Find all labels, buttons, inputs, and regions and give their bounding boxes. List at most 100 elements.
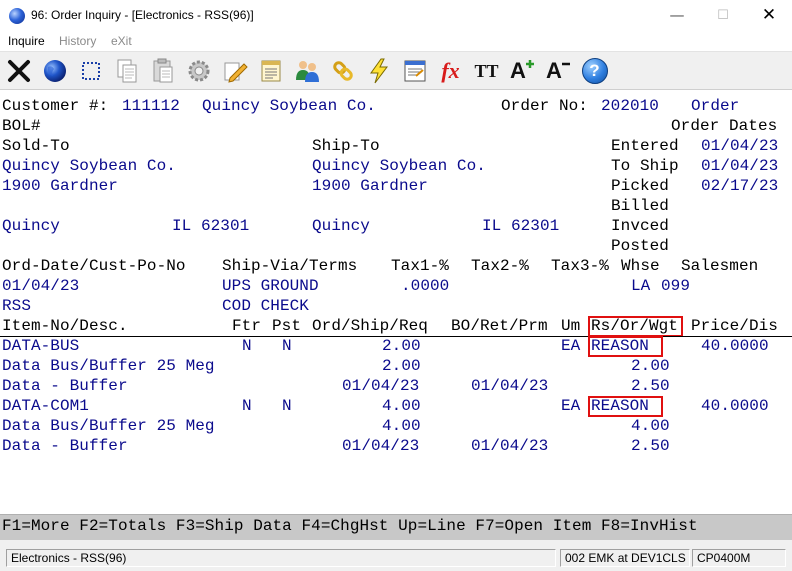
increase-font-label: A <box>510 58 526 83</box>
menu-bar: Inquire History eXit <box>0 31 792 51</box>
item-or-qty: 4.00 <box>631 417 670 435</box>
close-icon[interactable] <box>3 55 34 87</box>
sold-to-state-zip: IL 62301 <box>172 217 250 235</box>
item-description: Data Bus/Buffer 25 Meg <box>2 417 215 435</box>
report-icon[interactable] <box>399 55 430 87</box>
bo-ret-prm-header: BO/Ret/Prm <box>451 317 548 335</box>
whse-header: Whse <box>621 257 660 275</box>
maximize-button[interactable]: ☐ <box>700 0 746 31</box>
item-pst: N <box>282 397 292 415</box>
menu-exit[interactable]: eXit <box>111 34 132 48</box>
item-weight: 2.50 <box>631 377 670 395</box>
decrease-font-label: A <box>546 58 562 83</box>
paste-icon[interactable] <box>147 55 178 87</box>
ship-to-address: 1900 Gardner <box>312 177 428 195</box>
sold-to-name: Quincy Soybean Co. <box>2 157 176 175</box>
help-icon[interactable]: ? <box>579 55 610 87</box>
minimize-button[interactable]: — <box>654 0 700 31</box>
sold-to-address: 1900 Gardner <box>2 177 118 195</box>
users-icon[interactable] <box>291 55 322 87</box>
link-icon[interactable] <box>327 55 358 87</box>
bol-label: BOL# <box>2 117 41 135</box>
item-number: DATA-COM1 <box>2 397 89 415</box>
ord-ship-req-header: Ord/Ship/Req <box>312 317 428 335</box>
order-label: Order <box>691 97 740 115</box>
item-weight: 2.50 <box>631 437 670 455</box>
posted-label: Posted <box>611 237 669 255</box>
tax3-header: Tax3-% <box>551 257 609 275</box>
ship-via-value: UPS GROUND <box>222 277 319 295</box>
function-key-legend: F1=More F2=Totals F3=Ship Data F4=ChgHst… <box>2 517 698 535</box>
item-ship-qty: 4.00 <box>382 417 421 435</box>
title-bar: 96: Order Inquiry - [Electronics - RSS(9… <box>0 0 792 31</box>
item-price: 40.0000 <box>701 337 769 355</box>
item-ord-qty: 2.00 <box>382 337 421 355</box>
order-dates-label: Order Dates <box>671 117 778 135</box>
tax2-header: Tax2-% <box>471 257 529 275</box>
ord-date-value: 01/04/23 <box>2 277 80 295</box>
status-user: 002 EMK at DEV1CLS <box>560 549 690 567</box>
item-ftr: N <box>242 337 252 355</box>
sold-to-label: Sold-To <box>2 137 70 155</box>
select-icon[interactable] <box>75 55 106 87</box>
app-globe-icon <box>9 8 25 24</box>
um-header: Um <box>561 317 581 335</box>
to-ship-label: To Ship <box>611 157 679 175</box>
globe-icon[interactable] <box>39 55 70 87</box>
item-no-header: Item-No/Desc. <box>2 317 128 335</box>
pst-header: Pst <box>272 317 301 335</box>
tax1-value: .0000 <box>401 277 450 295</box>
increase-font-icon[interactable]: A <box>507 55 538 87</box>
item-req-date: 01/04/23 <box>342 377 420 395</box>
decrease-font-icon[interactable]: A <box>543 55 574 87</box>
menu-inquire[interactable]: Inquire <box>8 34 45 48</box>
item-prm-date: 01/04/23 <box>471 377 549 395</box>
item-ship-qty: 2.00 <box>382 357 421 375</box>
cust-po-value: RSS <box>2 297 31 315</box>
reason-highlight-box <box>588 336 663 357</box>
ord-date-header: Ord-Date/Cust-Po-No <box>2 257 186 275</box>
close-window-button[interactable]: ✕ <box>746 0 792 31</box>
copy-icon[interactable] <box>111 55 142 87</box>
item-ftr: N <box>242 397 252 415</box>
item-description-2: Data - Buffer <box>2 437 128 455</box>
terms-value: COD CHECK <box>222 297 309 315</box>
help-label: ? <box>581 58 608 84</box>
reason-highlight-box <box>588 396 663 417</box>
window-title: 96: Order Inquiry - [Electronics - RSS(9… <box>31 8 254 22</box>
item-number: DATA-BUS <box>2 337 80 355</box>
ship-via-header: Ship-Via/Terms <box>222 257 358 275</box>
font-label: TT <box>474 60 499 81</box>
edit-icon[interactable] <box>219 55 250 87</box>
invced-label: Invced <box>611 217 669 235</box>
font-icon[interactable]: TT <box>471 55 502 87</box>
item-pst: N <box>282 337 292 355</box>
ship-to-label: Ship-To <box>312 137 380 155</box>
item-prm-date: 01/04/23 <box>471 437 549 455</box>
customer-label: Customer #: <box>2 97 109 115</box>
item-req-date: 01/04/23 <box>342 437 420 455</box>
notes-icon[interactable] <box>255 55 286 87</box>
ship-to-state-zip: IL 62301 <box>482 217 560 235</box>
picked-date: 02/17/23 <box>701 177 779 195</box>
tax1-header: Tax1-% <box>391 257 449 275</box>
customer-number: 111112 <box>122 97 180 115</box>
entered-date: 01/04/23 <box>701 137 779 155</box>
price-dis-header: Price/Dis <box>691 317 778 335</box>
item-description: Data Bus/Buffer 25 Meg <box>2 357 215 375</box>
item-or-qty: 2.00 <box>631 357 670 375</box>
settings-icon[interactable] <box>183 55 214 87</box>
salesmen-header: Salesmen <box>681 257 759 275</box>
function-icon[interactable]: fx <box>435 55 466 87</box>
item-um: EA <box>561 337 581 355</box>
customer-name: Quincy Soybean Co. <box>202 97 376 115</box>
sold-to-city: Quincy <box>2 217 60 235</box>
menu-history[interactable]: History <box>59 34 96 48</box>
item-um: EA <box>561 397 581 415</box>
function-label: fx <box>441 58 460 83</box>
lightning-icon[interactable] <box>363 55 394 87</box>
toolbar: fx TT A A ? <box>0 51 792 90</box>
order-no-label: Order No: <box>501 97 588 115</box>
entered-label: Entered <box>611 137 679 155</box>
item-price: 40.0000 <box>701 397 769 415</box>
